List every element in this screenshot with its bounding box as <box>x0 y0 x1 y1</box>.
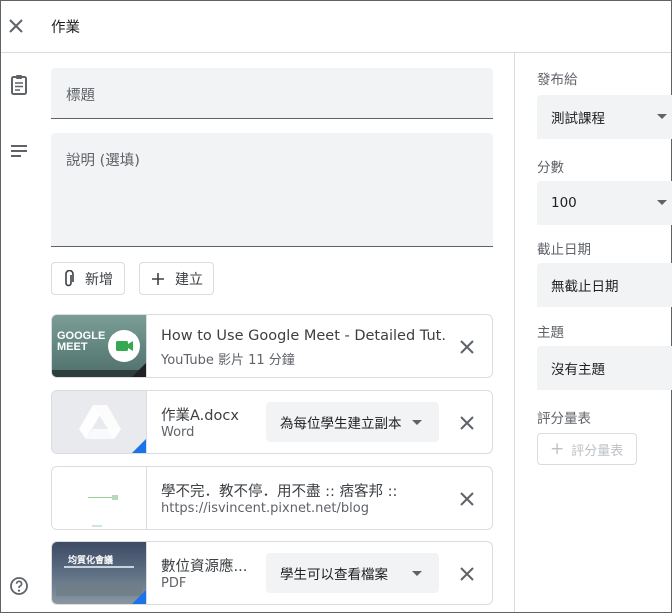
title-placeholder: 標題 <box>66 88 95 104</box>
attachment-subtitle: PDF <box>161 576 187 591</box>
attachment-card-link[interactable]: 學不完．教不停．用不盡 :: 痞客邦 :: https://isvincent.… <box>51 466 493 530</box>
remove-attachment-icon[interactable] <box>457 489 477 509</box>
help-icon[interactable] <box>9 575 29 597</box>
due-date-value: 無截止日期 <box>551 279 619 295</box>
dropdown-arrow-icon <box>657 114 667 119</box>
description-placeholder: 說明 (選填) <box>66 153 140 169</box>
topic-select[interactable]: 沒有主題 <box>537 346 672 390</box>
attachment-subtitle: YouTube 影片 11 分鐘 <box>161 353 295 368</box>
top-bar: 作業 <box>1 1 671 53</box>
dropdown-arrow-icon <box>412 420 422 425</box>
create-button-label: 建立 <box>175 271 203 288</box>
title-input[interactable]: 標題 <box>51 68 493 119</box>
points-value: 100 <box>551 195 577 211</box>
word-corner-badge <box>132 439 146 453</box>
drive-thumbnail <box>52 391 147 453</box>
close-icon[interactable] <box>9 19 23 33</box>
points-label: 分數 <box>537 160 564 176</box>
link-thumbnail <box>52 467 147 529</box>
remove-attachment-icon[interactable] <box>457 564 477 584</box>
attachment-card-youtube[interactable]: GOOGLE MEET How to Use Google Meet - Det… <box>51 314 493 378</box>
youtube-thumbnail: GOOGLE MEET <box>52 315 147 377</box>
description-icon <box>11 145 27 157</box>
remove-attachment-icon[interactable] <box>457 337 477 357</box>
plus-icon: + <box>550 438 565 459</box>
attachment-title[interactable]: 學不完．教不停．用不盡 :: 痞客邦 :: <box>161 480 451 501</box>
add-rubric-button[interactable]: + 評分量表 <box>537 433 637 465</box>
pdf-thumb-text: 均質化會議 <box>68 556 114 566</box>
share-mode-value: 學生可以查看檔案 <box>280 567 388 583</box>
pdf-thumbnail: 均質化會議 <box>52 542 147 604</box>
assign-to-value: 測試課程 <box>551 111 605 127</box>
add-button[interactable]: 新增 <box>51 262 125 295</box>
due-date-select[interactable]: 無截止日期 <box>537 263 672 307</box>
share-mode-select[interactable]: 為每位學生建立副本 <box>266 402 439 442</box>
attachment-title[interactable]: 數位資源應... <box>161 555 247 576</box>
clipboard-icon <box>11 75 27 95</box>
google-meet-icon <box>108 330 140 362</box>
due-date-label: 截止日期 <box>537 242 591 258</box>
rubric-label: 評分量表 <box>537 411 591 427</box>
pdf-corner-badge <box>132 590 146 604</box>
create-button[interactable]: 建立 <box>139 262 214 295</box>
attachment-subtitle: Word <box>161 425 195 440</box>
attachment-title[interactable]: How to Use Google Meet - Detailed Tut... <box>161 328 446 344</box>
share-mode-value: 為每位學生建立副本 <box>280 416 402 432</box>
video-corner-badge <box>132 363 146 377</box>
attachment-card-pdf[interactable]: 均質化會議 數位資源應... PDF 學生可以查看檔案 <box>51 541 493 605</box>
page-title: 作業 <box>51 20 80 36</box>
attachment-title[interactable]: 作業A.docx <box>161 404 239 425</box>
assign-to-select[interactable]: 測試課程 <box>537 95 672 139</box>
topic-value: 沒有主題 <box>551 362 605 378</box>
share-mode-select[interactable]: 學生可以查看檔案 <box>266 553 439 593</box>
close-button[interactable] <box>5 13 27 39</box>
dropdown-arrow-icon <box>657 200 667 205</box>
paperclip-icon <box>65 269 74 286</box>
description-input[interactable]: 說明 (選填) <box>51 133 493 247</box>
plus-icon <box>152 272 164 285</box>
points-select[interactable]: 100 <box>537 181 672 225</box>
attachment-card-word[interactable]: 作業A.docx Word 為每位學生建立副本 <box>51 390 493 454</box>
settings-panel: 發布給 測試課程 分數 100 截止日期 無截止日期 主題 沒有主題 評分量表 … <box>514 53 672 612</box>
thumb-text-meet: MEET <box>57 341 88 353</box>
topic-label: 主題 <box>537 325 564 341</box>
assign-to-label: 發布給 <box>537 72 578 88</box>
rubric-button-label: 評分量表 <box>571 443 624 459</box>
add-button-label: 新增 <box>85 271 113 288</box>
remove-attachment-icon[interactable] <box>457 413 477 433</box>
google-drive-icon <box>79 405 121 439</box>
dropdown-arrow-icon <box>412 571 422 576</box>
attachment-url: https://isvincent.pixnet.net/blog <box>161 501 369 516</box>
